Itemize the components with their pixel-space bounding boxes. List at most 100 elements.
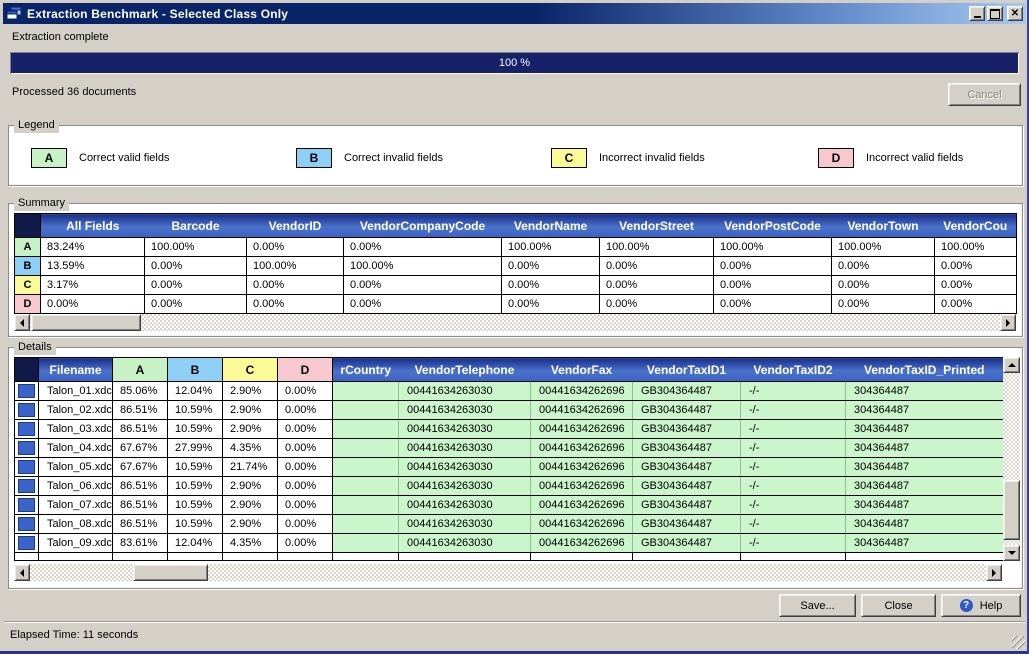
summary-cell: 0.00%	[600, 257, 714, 276]
details-cell-a: 85.06%	[113, 382, 168, 401]
summary-scroll-right-button[interactable]	[1000, 314, 1016, 331]
details-cell-taxid2: -/-	[741, 534, 846, 553]
details-cell-fax: 00441634262696	[531, 439, 633, 458]
summary-column-header-5: VendorStreet	[600, 214, 714, 238]
details-scroll-right-button[interactable]	[986, 564, 1002, 581]
details-cell-a: 67.67%	[113, 439, 168, 458]
summary-cell: 0.00%	[714, 295, 832, 314]
row-selector[interactable]	[18, 441, 35, 455]
summary-group-title: Summary	[14, 196, 69, 211]
summary-cell: 0.00%	[344, 276, 502, 295]
save-button[interactable]: Save...	[779, 594, 856, 617]
details-cell-taxid1: GB304364487	[633, 496, 741, 515]
details-column-header-10: VendorTaxID_Printed	[846, 358, 1004, 382]
maximize-icon	[990, 9, 1000, 19]
details-cell-c: 2.90%	[223, 382, 278, 401]
details-scroll-up-button[interactable]	[1003, 357, 1020, 373]
row-selector[interactable]	[18, 479, 35, 493]
details-cell-filename: Talon_06.xdc	[39, 477, 113, 496]
summary-table: All FieldsBarcodeVendorIDVendorCompanyCo…	[14, 213, 1017, 314]
legend-item-A: ACorrect valid fields	[31, 148, 169, 168]
close-icon: ✕	[1011, 9, 1019, 19]
summary-cell: 100.00%	[502, 238, 600, 257]
details-cell-telephone: 00441634263030	[399, 458, 531, 477]
details-cell-filename: Talon_01.xdc	[39, 382, 113, 401]
row-selector[interactable]	[18, 517, 35, 531]
row-selector[interactable]	[18, 422, 35, 436]
summary-row-label-A: A	[15, 238, 41, 257]
row-selector-cell	[15, 458, 39, 477]
details-cell-country	[333, 534, 399, 553]
minimize-icon	[974, 16, 981, 18]
close-dialog-button[interactable]: Close	[861, 594, 936, 617]
details-cell-d: 0.00%	[278, 420, 333, 439]
details-cell-taxid_printed: 304364487	[846, 401, 1004, 420]
summary-cell: 0.00%	[714, 276, 832, 295]
details-cell-d: 0.00%	[278, 496, 333, 515]
row-selector[interactable]	[18, 536, 35, 550]
details-cell-a: 86.51%	[113, 515, 168, 534]
details-vscrollbar-track[interactable]	[1003, 373, 1020, 545]
details-cell-filename: Talon_03.xdc	[39, 420, 113, 439]
maximize-button[interactable]	[987, 6, 1003, 21]
summary-row-D: D0.00%0.00%0.00%0.00%0.00%0.00%0.00%0.00…	[15, 295, 1017, 314]
details-scroll-left-button[interactable]	[14, 564, 30, 581]
details-cell-fax: 00441634262696	[531, 420, 633, 439]
details-cell-c: 2.90%	[223, 515, 278, 534]
row-selector[interactable]	[18, 384, 35, 398]
details-cell-d: 0.00%	[278, 458, 333, 477]
details-cell-fax: 00441634262696	[531, 477, 633, 496]
details-cell-fax: 00441634262696	[531, 515, 633, 534]
cancel-button[interactable]: Cancel	[948, 83, 1021, 106]
minimize-button[interactable]	[969, 6, 985, 21]
legend-item-C: CIncorrect invalid fields	[551, 148, 705, 168]
row-selector[interactable]	[18, 403, 35, 417]
details-column-header-7: VendorFax	[531, 358, 633, 382]
details-scrollbar-track[interactable]	[30, 564, 986, 581]
arrow-left-icon	[20, 319, 24, 327]
row-selector-cell	[15, 420, 39, 439]
details-cell-taxid2: -/-	[741, 439, 846, 458]
row-selector-cell	[15, 477, 39, 496]
resize-grip[interactable]	[1012, 636, 1025, 649]
details-vscrollbar-thumb[interactable]	[1003, 480, 1020, 540]
title-bar[interactable]: Extraction Benchmark - Selected Class On…	[3, 3, 1026, 24]
summary-column-header-1: Barcode	[145, 214, 247, 238]
details-cell-c: 2.90%	[223, 420, 278, 439]
details-cell-taxid1: GB304364487	[633, 515, 741, 534]
details-cell-taxid_printed: 304364487	[846, 534, 1004, 553]
summary-scrollbar-track[interactable]	[30, 314, 1000, 331]
details-header-row: FilenameABCDrCountryVendorTelephoneVendo…	[15, 358, 1004, 382]
arrow-down-icon	[1008, 551, 1016, 555]
details-cell-b: 10.59%	[168, 420, 223, 439]
details-scroll-down-button[interactable]	[1003, 545, 1020, 561]
close-button[interactable]: ✕	[1007, 6, 1023, 21]
legend-group: Legend ACorrect valid fieldsBCorrect inv…	[8, 125, 1023, 186]
legend-swatch-C: C	[551, 148, 587, 168]
summary-cell: 0.00%	[145, 295, 247, 314]
summary-cell: 0.00%	[600, 295, 714, 314]
row-selector[interactable]	[18, 460, 35, 474]
legend-item-label: Incorrect valid fields	[866, 152, 963, 164]
summary-cell: 0.00%	[344, 238, 502, 257]
summary-cell: 100.00%	[832, 238, 935, 257]
summary-cell: 100.00%	[344, 257, 502, 276]
row-selector[interactable]	[18, 498, 35, 512]
details-cell-filename: Talon_05.xdc	[39, 458, 113, 477]
summary-cell: 0.00%	[600, 276, 714, 295]
help-button[interactable]: ? Help	[941, 594, 1021, 617]
summary-scroll-left-button[interactable]	[14, 314, 30, 331]
help-button-label: Help	[980, 600, 1003, 612]
details-cell-country	[333, 382, 399, 401]
details-partial-cell	[168, 553, 223, 561]
legend-item-label: Correct invalid fields	[344, 152, 443, 164]
details-cell-b: 10.59%	[168, 515, 223, 534]
details-cell-b: 10.59%	[168, 477, 223, 496]
details-cell-d: 0.00%	[278, 382, 333, 401]
details-scrollbar-thumb[interactable]	[133, 564, 208, 581]
details-cell-fax: 00441634262696	[531, 458, 633, 477]
details-cell-a: 86.51%	[113, 477, 168, 496]
progress-bar: 100 %	[10, 52, 1019, 74]
details-partial-cell	[333, 553, 399, 561]
summary-scrollbar-thumb[interactable]	[31, 314, 141, 331]
